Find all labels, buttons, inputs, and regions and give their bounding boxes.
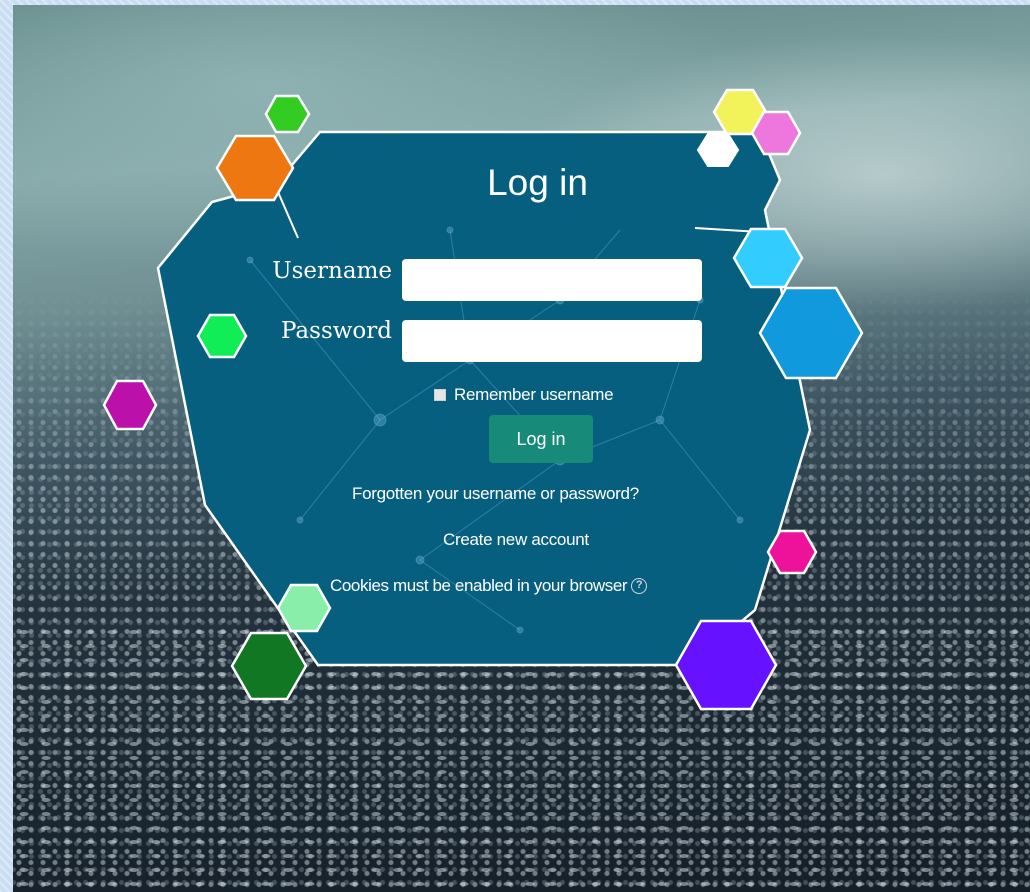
username-input[interactable]: [402, 259, 702, 301]
remember-username-row[interactable]: Remember username: [434, 384, 614, 406]
hex-green: [264, 94, 311, 134]
cookies-notice-text: Cookies must be enabled in your browser: [330, 576, 628, 595]
hex-darkgreen: [230, 631, 308, 701]
login-button[interactable]: Log in: [489, 415, 593, 463]
login-title: Log in: [487, 162, 588, 203]
password-input[interactable]: [402, 320, 702, 362]
username-label: Username: [272, 258, 392, 284]
cookies-notice: Cookies must be enabled in your browser …: [330, 576, 648, 596]
question-circle-icon[interactable]: ?: [631, 578, 648, 594]
hex-pink: [750, 110, 802, 156]
hex-mint: [276, 583, 332, 633]
hex-white: [696, 133, 740, 167]
remember-username-label[interactable]: Remember username: [454, 385, 614, 405]
create-account-link[interactable]: Create new account: [443, 530, 589, 550]
forgot-password-link[interactable]: Forgotten your username or password?: [352, 484, 639, 504]
hex-hotpink: [766, 529, 818, 575]
remember-username-checkbox[interactable]: [434, 389, 446, 401]
hex-lime: [196, 313, 248, 359]
hex-magenta: [102, 379, 158, 431]
password-label: Password: [280, 318, 392, 344]
